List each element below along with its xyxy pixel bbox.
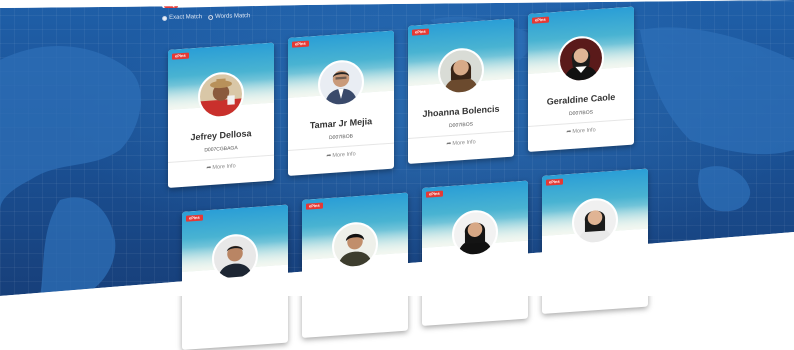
- person-man-avatar: [212, 232, 258, 282]
- profile-card[interactable]: ePins: [422, 180, 528, 326]
- share-arrow-icon: ➦: [566, 128, 572, 136]
- person-suit-avatar: [318, 58, 364, 108]
- search-icon: [167, 0, 175, 8]
- share-arrow-icon: ➦: [326, 152, 332, 160]
- status-badge: ePins: [532, 16, 549, 24]
- status-badge: ePins: [172, 52, 189, 60]
- status-badge: ePins: [426, 190, 443, 198]
- profile-name: Geraldine Caole: [546, 91, 616, 107]
- profile-card[interactable]: ePins Geraldine Caole D007IBOS ➦More Inf…: [528, 6, 634, 153]
- profile-card[interactable]: ePins: [542, 168, 648, 314]
- exact-match-radio[interactable]: [162, 15, 168, 21]
- more-info-label: More Info: [452, 139, 476, 147]
- profile-name: Jefrey Dellosa: [190, 128, 252, 143]
- profile-card[interactable]: ePins: [182, 204, 288, 350]
- profile-code: D007IBOS: [449, 121, 473, 130]
- person-woman-avatar: [438, 46, 484, 96]
- profile-card[interactable]: ePins Jhoanna Bolencis D007IBOS ➦More In…: [408, 18, 514, 165]
- search-button[interactable]: [164, 0, 178, 8]
- more-info-label: More Info: [332, 151, 356, 159]
- person-woman-avatar: [452, 208, 498, 258]
- profile-name: Tamar Jr Mejia: [309, 116, 373, 131]
- person-hat-avatar: [198, 70, 244, 120]
- status-badge: ePins: [306, 202, 323, 210]
- profile-code: D007IBOS: [569, 109, 593, 118]
- profile-card[interactable]: ePins Tamar Jr Mejia D007IBOB ➦More Info: [288, 30, 394, 177]
- person-man-avatar: [332, 220, 378, 270]
- profile-card[interactable]: ePins Jefrey Dellosa D007CGBAGA ➦More In…: [168, 42, 274, 189]
- status-badge: ePins: [186, 214, 203, 222]
- status-badge: ePins: [412, 28, 429, 36]
- person-woman-avatar: [572, 196, 618, 246]
- profile-name: Jhoanna Bolencis: [422, 103, 500, 119]
- share-arrow-icon: ➦: [206, 164, 212, 172]
- status-badge: ePins: [546, 178, 563, 186]
- person-graduate-avatar: [558, 34, 604, 84]
- profile-code: D007IBOB: [329, 133, 353, 142]
- share-arrow-icon: ➦: [446, 140, 452, 148]
- more-info-label: More Info: [212, 163, 236, 171]
- profile-code: D007CGBAGA: [204, 145, 238, 154]
- more-info-label: More Info: [572, 127, 596, 135]
- status-badge: ePins: [292, 40, 309, 48]
- profile-card[interactable]: ePins: [302, 192, 408, 338]
- profile-card-grid: ePins Jefrey Dellosa D007CGBAGA ➦More In…: [168, 6, 668, 350]
